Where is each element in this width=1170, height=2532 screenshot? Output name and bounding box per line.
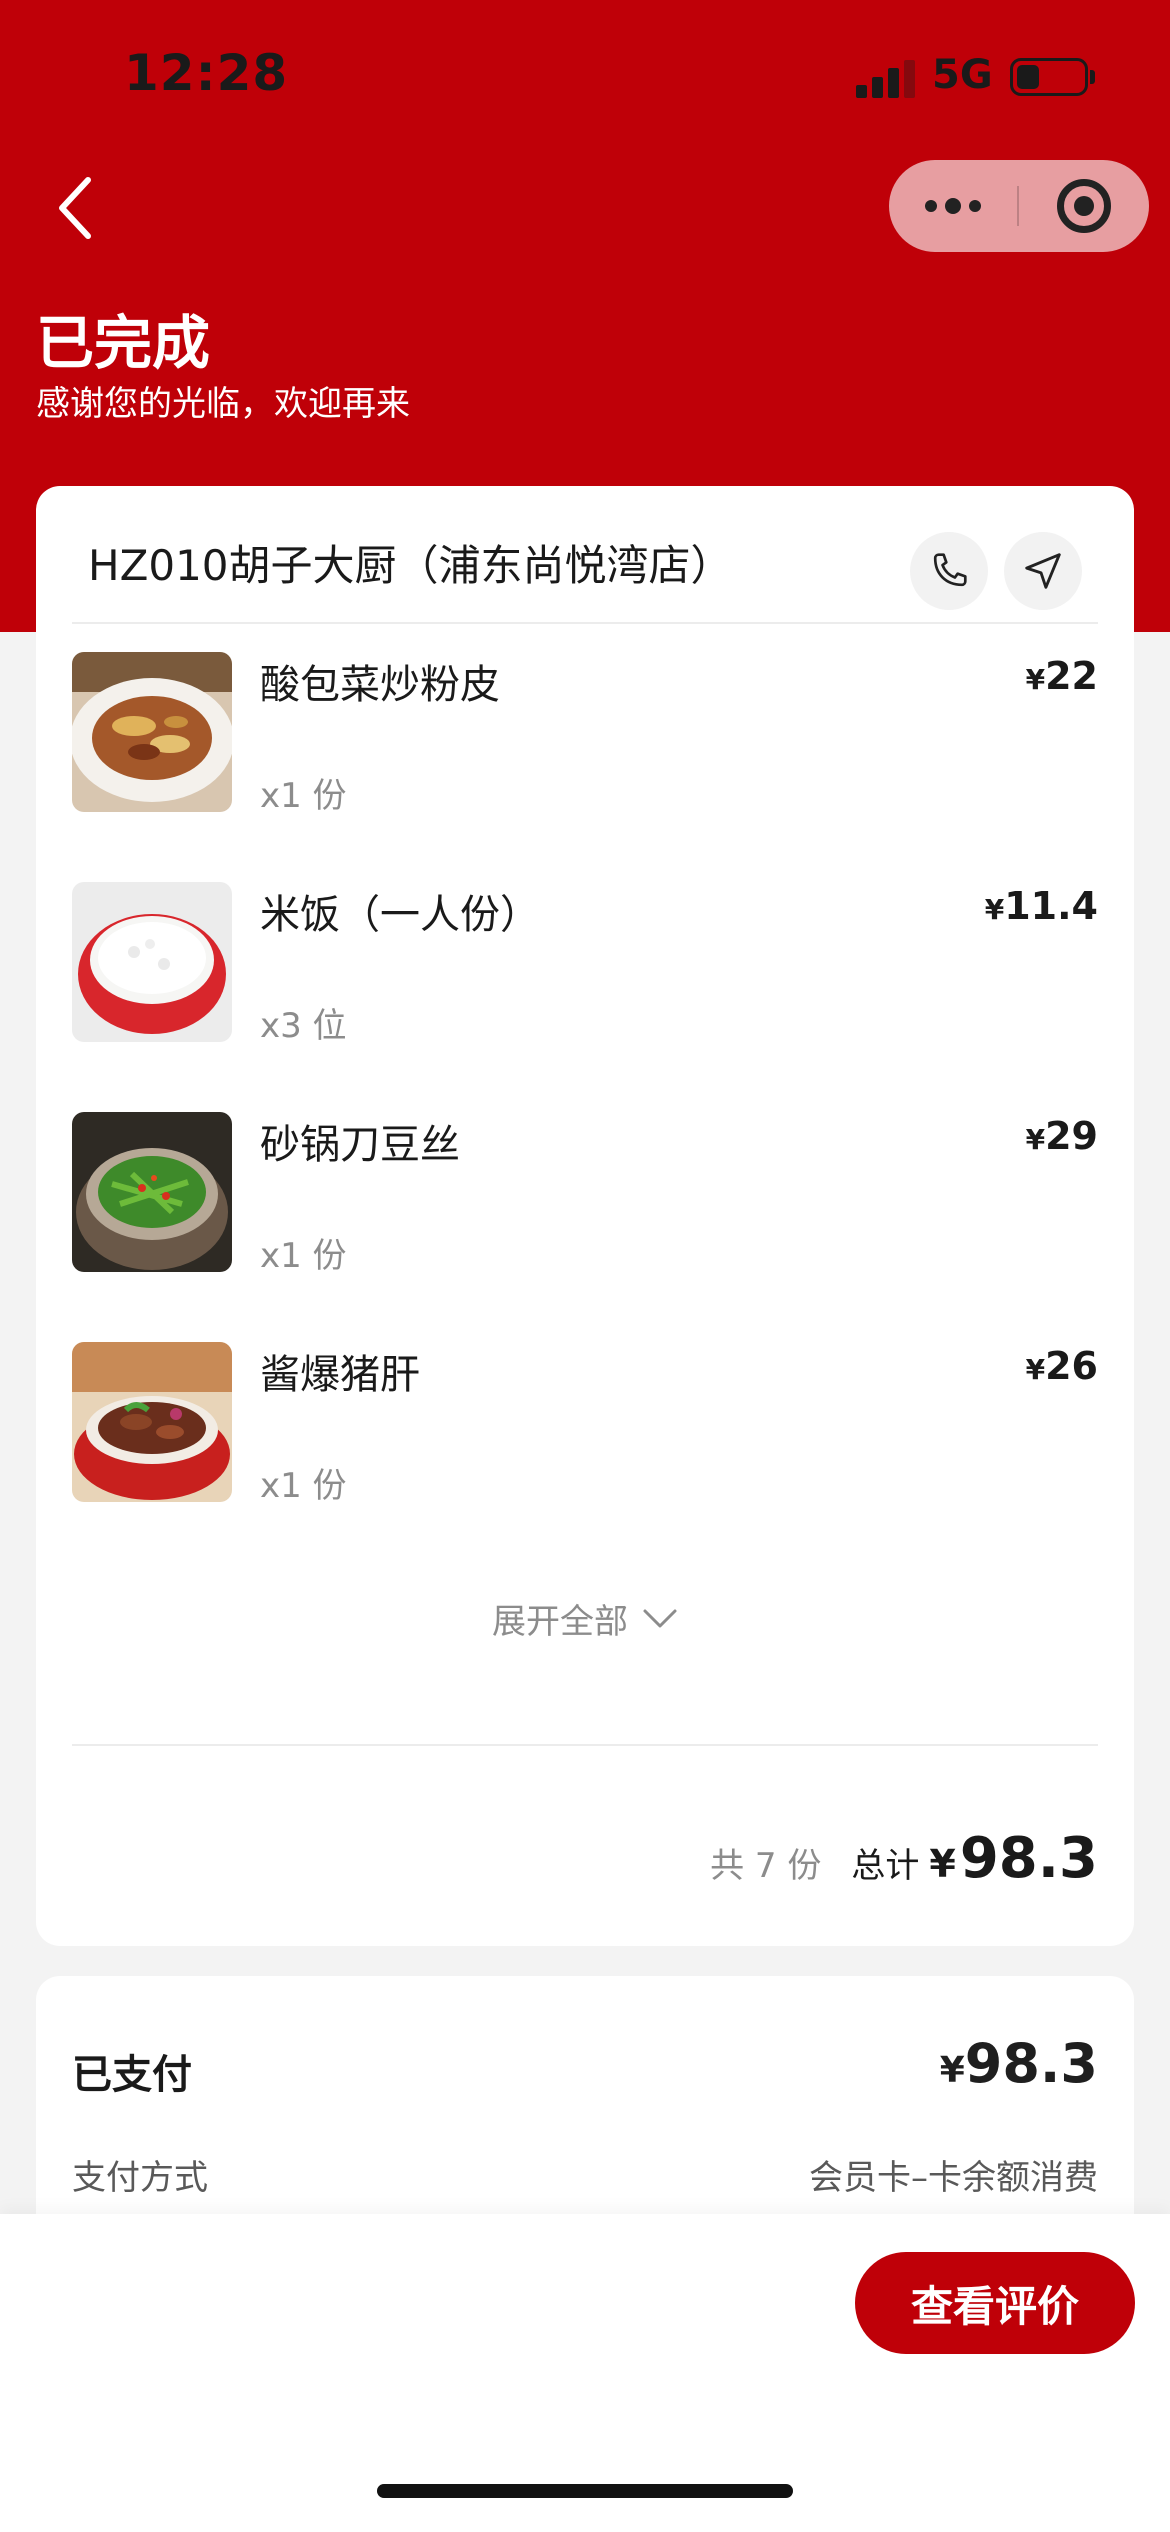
order-total: 共 7 份 总计 ¥ 98.3 xyxy=(710,1826,1098,1891)
paid-label: 已支付 xyxy=(72,2052,192,2098)
list-item[interactable]: 酸包菜炒粉皮 x1 份 ¥22 xyxy=(72,652,1098,816)
home-indicator[interactable] xyxy=(377,2484,793,2498)
navigation-arrow-icon xyxy=(1025,553,1061,589)
dish-name: 米饭（一人份） xyxy=(260,892,540,938)
store-divider xyxy=(72,622,1098,624)
order-status-title: 已完成 xyxy=(36,309,211,377)
dish-price: ¥22 xyxy=(1026,654,1098,698)
back-button[interactable] xyxy=(44,170,104,246)
miniprogram-capsule xyxy=(889,160,1149,252)
order-card: HZ010胡子大厨（浦东尚悦湾店） 酸包菜炒粉皮 x1 份 ¥22 米饭（一人份… xyxy=(36,486,1134,1946)
more-dot-right xyxy=(969,200,981,212)
close-miniprogram-button[interactable] xyxy=(1019,160,1149,252)
currency-symbol: ¥ xyxy=(1025,1123,1046,1156)
signal-icon xyxy=(856,58,916,98)
more-dots-icon xyxy=(925,200,937,212)
chevron-down-icon xyxy=(643,1609,677,1627)
more-dot-center xyxy=(945,198,961,214)
payment-method-value: 会员卡–卡余额消费 xyxy=(809,2158,1098,2198)
list-item[interactable]: 砂锅刀豆丝 x1 份 ¥29 xyxy=(72,1112,1098,1276)
dish-image xyxy=(72,882,232,1042)
expand-all-button[interactable]: 展开全部 xyxy=(36,1594,1134,1643)
total-label: 总计 xyxy=(851,1846,920,1886)
dish-price: ¥26 xyxy=(1026,1344,1098,1388)
payment-card: 已支付 ¥98.3 支付方式 会员卡–卡余额消费 xyxy=(36,1976,1134,2226)
currency-symbol: ¥ xyxy=(1025,663,1046,696)
dish-image xyxy=(72,1342,232,1502)
more-button[interactable] xyxy=(889,160,1017,252)
battery-cap xyxy=(1090,70,1095,84)
total-amount: 98.3 xyxy=(959,1826,1098,1891)
dish-quantity: x1 份 xyxy=(260,1236,347,1276)
order-status-subtitle: 感谢您的光临，欢迎再来 xyxy=(36,384,410,424)
dish-quantity: x1 份 xyxy=(260,776,347,816)
status-time: 12:28 xyxy=(124,44,289,102)
payment-method-label: 支付方式 xyxy=(72,2158,208,2198)
dish-name: 酱爆猪肝 xyxy=(260,1352,420,1398)
network-label: 5G xyxy=(932,52,993,98)
price-value: 11.4 xyxy=(1004,884,1098,928)
dish-name: 砂锅刀豆丝 xyxy=(260,1122,460,1168)
view-review-button[interactable]: 查看评价 xyxy=(855,2252,1135,2354)
currency-symbol: ¥ xyxy=(984,893,1005,926)
dish-image xyxy=(72,652,232,812)
price-value: 22 xyxy=(1045,654,1098,698)
currency-symbol: ¥ xyxy=(1025,1353,1046,1386)
store-name[interactable]: HZ010胡子大厨（浦东尚悦湾店） xyxy=(88,532,733,593)
phone-icon xyxy=(933,553,967,587)
paid-amount-value: 98.3 xyxy=(964,2032,1098,2095)
chevron-left-icon xyxy=(59,177,91,239)
price-value: 26 xyxy=(1045,1344,1098,1388)
dish-name: 酸包菜炒粉皮 xyxy=(260,662,500,708)
item-count: 共 7 份 xyxy=(710,1846,822,1886)
call-store-button[interactable] xyxy=(910,532,988,610)
summary-divider xyxy=(72,1744,1098,1746)
dish-quantity: x1 份 xyxy=(260,1466,347,1506)
paid-amount: ¥98.3 xyxy=(940,2032,1098,2095)
dish-quantity: x3 位 xyxy=(260,1006,347,1046)
navigate-button[interactable] xyxy=(1004,532,1082,610)
dish-image xyxy=(72,1112,232,1272)
dish-price: ¥11.4 xyxy=(985,884,1098,928)
currency-symbol: ¥ xyxy=(939,2050,965,2091)
bottom-action-bar: 查看评价 xyxy=(0,2214,1170,2532)
dish-price: ¥29 xyxy=(1026,1114,1098,1158)
price-value: 29 xyxy=(1045,1114,1098,1158)
battery-icon xyxy=(1010,58,1088,96)
currency-symbol: ¥ xyxy=(929,1842,956,1886)
target-icon xyxy=(1057,179,1111,233)
list-item[interactable]: 米饭（一人份） x3 位 ¥11.4 xyxy=(72,882,1098,1046)
expand-all-label: 展开全部 xyxy=(492,1602,628,1642)
list-item[interactable]: 酱爆猪肝 x1 份 ¥26 xyxy=(72,1342,1098,1506)
